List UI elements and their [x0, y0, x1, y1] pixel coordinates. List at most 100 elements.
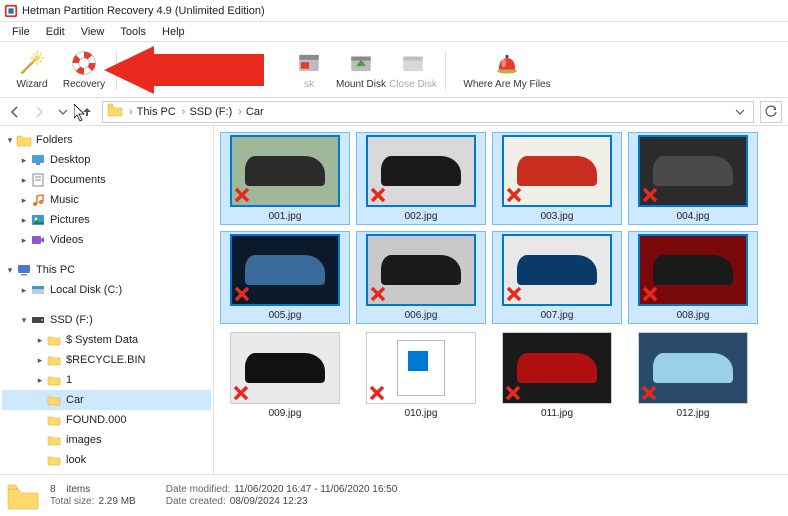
folder-icon: [46, 412, 62, 428]
tree-videos[interactable]: ▸Videos: [2, 230, 211, 250]
tree-one[interactable]: ▸1: [2, 370, 211, 390]
wand-icon: [18, 49, 46, 77]
file-thumb[interactable]: 005.jpg: [220, 231, 350, 324]
deleted-x-icon: [642, 286, 658, 302]
file-name: 003.jpg: [541, 211, 574, 222]
recovery-button[interactable]: Recovery: [58, 44, 110, 96]
file-thumb[interactable]: 009.jpg: [220, 330, 350, 421]
menu-tools[interactable]: Tools: [112, 24, 154, 40]
menu-view[interactable]: View: [73, 24, 113, 40]
close-disk-button[interactable]: Close Disk: [387, 44, 439, 96]
menu-file[interactable]: File: [4, 24, 38, 40]
file-name: 009.jpg: [269, 408, 302, 419]
tree-recycle[interactable]: ▸$RECYCLE.BIN: [2, 350, 211, 370]
window-title: Hetman Partition Recovery 4.9 (Unlimited…: [22, 5, 265, 17]
toolbar: Wizard Recovery sk Mount Disk Close Disk: [0, 42, 788, 98]
tree-found000[interactable]: FOUND.000: [2, 410, 211, 430]
menu-help[interactable]: Help: [154, 24, 193, 40]
file-name: 010.jpg: [405, 408, 438, 419]
lifebuoy-icon: [70, 49, 98, 77]
close-disk-label: Close Disk: [389, 79, 437, 90]
where-files-button[interactable]: Where Are My Files: [452, 44, 562, 96]
deleted-x-icon: [234, 187, 250, 203]
tree-system-data[interactable]: ▸$ System Data: [2, 330, 211, 350]
refresh-button[interactable]: [760, 101, 782, 123]
folder-icon: [46, 432, 62, 448]
tree-this-pc[interactable]: ▾This PC: [2, 260, 211, 280]
file-thumb[interactable]: 010.jpg: [356, 330, 486, 421]
crumb-this-pc[interactable]: This PC: [137, 106, 176, 118]
file-thumb[interactable]: 001.jpg: [220, 132, 350, 225]
deleted-x-icon: [233, 385, 249, 401]
recent-dropdown[interactable]: [54, 103, 72, 121]
tree-ssd[interactable]: ▾SSD (F:): [2, 310, 211, 330]
date-modified: 11/06/2020 16:47 - 11/06/2020 16:50: [234, 484, 397, 495]
status-bar: 8 items Total size:2.29 MB Date modified…: [0, 474, 788, 516]
tree-folders[interactable]: ▾Folders: [2, 130, 211, 150]
tree-desktop[interactable]: ▸Desktop: [2, 150, 211, 170]
crumb-car[interactable]: Car: [246, 106, 264, 118]
back-button[interactable]: [6, 103, 24, 121]
address-dropdown[interactable]: [731, 103, 749, 121]
forward-button[interactable]: [30, 103, 48, 121]
file-name: 001.jpg: [269, 211, 302, 222]
file-thumb[interactable]: 008.jpg: [628, 231, 758, 324]
address-bar: ›This PC ›SSD (F:) ›Car: [0, 98, 788, 126]
deleted-x-icon: [505, 385, 521, 401]
wizard-button[interactable]: Wizard: [6, 44, 58, 96]
file-thumb[interactable]: 006.jpg: [356, 231, 486, 324]
breadcrumb-box[interactable]: ›This PC ›SSD (F:) ›Car: [102, 101, 754, 123]
disk-icon: [295, 49, 323, 77]
disk-button-partial[interactable]: sk: [283, 44, 335, 96]
close-disk-icon: [399, 49, 427, 77]
tree-documents[interactable]: ▸Documents: [2, 170, 211, 190]
file-name: 012.jpg: [677, 408, 710, 419]
recovery-label: Recovery: [63, 79, 105, 90]
tree-car[interactable]: Car: [2, 390, 211, 410]
file-thumb[interactable]: 012.jpg: [628, 330, 758, 421]
deleted-x-icon: [370, 187, 386, 203]
item-count: 8: [50, 484, 56, 495]
tree-movie[interactable]: movie: [2, 470, 211, 474]
deleted-x-icon: [234, 286, 250, 302]
bell-icon: [493, 49, 521, 77]
mount-disk-button[interactable]: Mount Disk: [335, 44, 387, 96]
folder-icon: [46, 332, 62, 348]
file-thumb[interactable]: 011.jpg: [492, 330, 622, 421]
disk-label-partial: sk: [304, 79, 314, 90]
folder-icon: [46, 352, 62, 368]
menu-edit[interactable]: Edit: [38, 24, 73, 40]
folder-icon: [6, 481, 40, 511]
main-area: ▾Folders ▸Desktop ▸Documents ▸Music ▸Pic…: [0, 126, 788, 474]
file-thumb[interactable]: 003.jpg: [492, 132, 622, 225]
folder-icon: [46, 372, 62, 388]
deleted-x-icon: [642, 187, 658, 203]
folder-tree[interactable]: ▾Folders ▸Desktop ▸Documents ▸Music ▸Pic…: [0, 126, 214, 474]
tree-images[interactable]: images: [2, 430, 211, 450]
tree-local-disk[interactable]: ▸Local Disk (C:): [2, 280, 211, 300]
file-name: 005.jpg: [269, 310, 302, 321]
toolbar-separator-2: [445, 50, 446, 90]
app-icon: [4, 4, 18, 18]
file-name: 006.jpg: [405, 310, 438, 321]
crumb-ssd[interactable]: SSD (F:): [189, 106, 232, 118]
music-icon: [30, 192, 46, 208]
file-grid[interactable]: 001.jpg 002.jpg 003.jpg 004.jpg 005.jpg 006.j…: [214, 126, 788, 474]
up-button[interactable]: [78, 103, 96, 121]
tree-pictures[interactable]: ▸Pictures: [2, 210, 211, 230]
videos-icon: [30, 232, 46, 248]
file-name: 004.jpg: [677, 211, 710, 222]
file-name: 002.jpg: [405, 211, 438, 222]
folder-icon: [46, 472, 62, 474]
deleted-x-icon: [369, 385, 385, 401]
mount-disk-icon: [347, 49, 375, 77]
file-thumb[interactable]: 002.jpg: [356, 132, 486, 225]
menu-bar: File Edit View Tools Help: [0, 22, 788, 42]
documents-icon: [30, 172, 46, 188]
file-thumb[interactable]: 004.jpg: [628, 132, 758, 225]
pc-icon: [16, 262, 32, 278]
tree-look[interactable]: look: [2, 450, 211, 470]
tree-music[interactable]: ▸Music: [2, 190, 211, 210]
folder-icon: [107, 103, 123, 120]
file-thumb[interactable]: 007.jpg: [492, 231, 622, 324]
